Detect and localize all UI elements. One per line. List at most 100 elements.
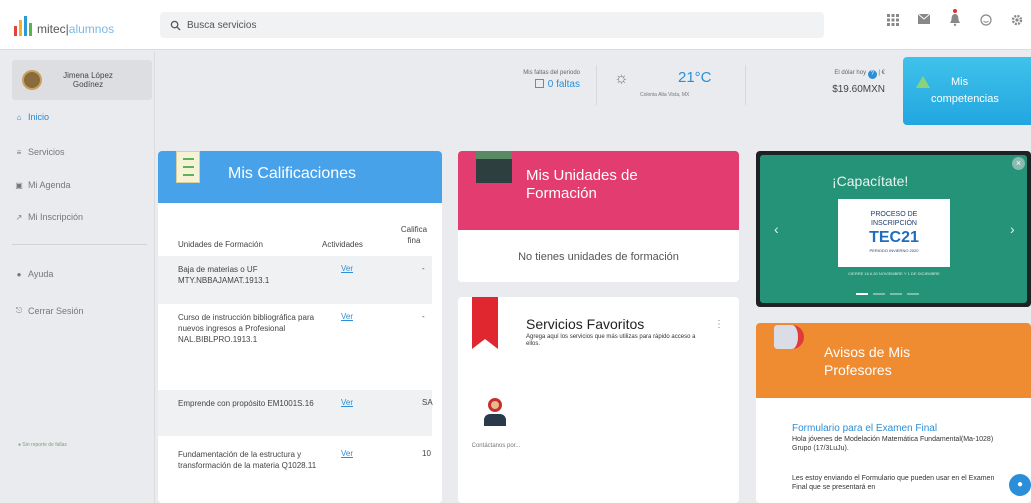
calendar-icon: ▣ <box>15 180 23 190</box>
divider <box>596 65 597 105</box>
mitec-logo[interactable]: mitec|alumnos <box>14 14 114 36</box>
top-bar: mitec|alumnos Busca servicios <box>0 0 1031 50</box>
favoritos-title: Servicios Favoritos <box>526 316 645 332</box>
view-link[interactable]: Ver <box>341 449 353 458</box>
aviso-post-title[interactable]: Formulario para el Examen Final <box>792 423 937 434</box>
dollar-label: El dólar hoy ? | € <box>834 70 885 79</box>
table-row: Fundamentación de la estructura y transf… <box>158 441 432 503</box>
carousel-indicators <box>856 293 919 295</box>
unidades-title: Mis Unidades de Formación <box>526 167 638 202</box>
carousel-slide[interactable]: ¡Capacítate! PROCESO DE INSCRIPCIÓN TEC2… <box>760 155 1027 303</box>
absences-label: Mis faltas del periodo <box>523 70 580 76</box>
carousel-line1: PROCESO DE INSCRIPCIÓN <box>870 211 918 227</box>
grades-title: Mis Calificaciones <box>228 165 357 182</box>
unidades-card: Mis Unidades de Formación No tienes unid… <box>458 151 739 282</box>
notification-icon[interactable] <box>949 9 961 26</box>
enroll-icon: ↗ <box>15 212 23 222</box>
sidebar-item-cerrar-sesion[interactable]: ⎋ Cerrar Sesión <box>14 306 84 316</box>
sidebar-item-label: Cerrar Sesión <box>28 306 84 316</box>
sidebar-item-label: Inicio <box>28 112 50 122</box>
unit-name: Emprende con propósito EM1001S.16 <box>178 399 314 408</box>
unit-name: Curso de instrucción bibliográfica para … <box>178 313 315 344</box>
temperature: 21°C <box>678 69 712 86</box>
grades-card: Mis Calificaciones Unidades de Formación… <box>158 151 442 503</box>
view-link[interactable]: Ver <box>341 398 353 407</box>
sidebar-item-label: Ayuda <box>28 269 54 279</box>
view-link[interactable]: Ver <box>341 264 353 273</box>
sidebar-item-servicios[interactable]: ≡ Servicios <box>14 147 65 157</box>
avisos-card: Avisos de Mis Profesores Formulario para… <box>756 323 1031 503</box>
carousel-dot[interactable] <box>890 293 902 295</box>
contact-label[interactable]: Contáctanos por... <box>458 442 534 451</box>
close-icon[interactable]: × <box>1012 157 1025 170</box>
carousel-prev-icon[interactable]: ‹ <box>774 221 779 237</box>
sun-icon: ☼ <box>614 70 629 87</box>
unidades-empty-message: No tienes unidades de formación <box>518 251 679 263</box>
help-icon: ● <box>16 269 22 279</box>
logo-bar <box>19 20 22 36</box>
carousel-dot[interactable] <box>873 293 885 295</box>
contact-agent-icon[interactable] <box>484 398 506 430</box>
chat-icon[interactable]: ● <box>1009 474 1031 496</box>
megaphone-icon <box>774 325 804 349</box>
column-header-calificacion: Califica fina <box>400 225 428 245</box>
mail-icon[interactable] <box>917 13 931 26</box>
unidades-header: Mis Unidades de Formación <box>458 151 739 230</box>
carousel-subline: PERIODO INVIERNO 2020 <box>869 248 919 253</box>
unit-name: Baja de materias o UF MTY.NBBAJAMAT.1913… <box>178 265 270 285</box>
logo-text: mitec|alumnos <box>37 22 115 36</box>
dollar-widget: El dólar hoy ? | € $19.60MXN <box>760 70 885 95</box>
more-options-icon[interactable]: ⋮ <box>714 319 724 330</box>
user-card[interactable]: Jimena López Godínez <box>12 60 152 100</box>
grades-column-headers: Unidades de Formación Actividades Califi… <box>158 224 442 254</box>
mountain-icon <box>916 76 930 88</box>
competencias-button[interactable]: Mis competencias <box>903 57 1031 125</box>
sidebar-item-agenda[interactable]: ▣ Mi Agenda <box>14 180 71 190</box>
carousel-dot[interactable] <box>856 293 868 295</box>
checklist-icon <box>176 151 200 183</box>
sidebar-item-label: Mi Agenda <box>28 180 71 190</box>
view-link[interactable]: Ver <box>341 312 353 321</box>
grade-value: 10 <box>422 449 431 458</box>
favoritos-card: Servicios Favoritos ⋮ Agrega aquí los se… <box>458 297 739 503</box>
search-placeholder: Busca servicios <box>187 19 257 31</box>
logo-bar <box>14 26 17 36</box>
smiley-icon[interactable] <box>980 14 992 26</box>
notification-badge <box>953 9 957 13</box>
grid-icon[interactable] <box>887 14 899 26</box>
sidebar-item-label: Mi Inscripción <box>28 212 84 222</box>
avisos-header: Avisos de Mis Profesores <box>756 323 1031 398</box>
sidebar-item-inicio[interactable]: ⌂ Inicio <box>14 112 49 122</box>
aviso-post-body-2: Les estoy enviando el Formulario que pue… <box>792 475 995 491</box>
carousel-date: CIERRE 16 A 30 NOVIEMBRE Y 1 DE DICIEMBR… <box>848 271 940 276</box>
weather-widget: ☼ 21°C Colonia Alta Vista, MX <box>612 66 732 104</box>
logo-bars-icon <box>14 16 32 36</box>
divider <box>745 65 746 105</box>
absences-widget[interactable]: Mis faltas del periodo 0 faltas <box>485 70 580 90</box>
promo-carousel: ¡Capacítate! PROCESO DE INSCRIPCIÓN TEC2… <box>756 151 1031 307</box>
settings-icon[interactable] <box>1011 14 1023 26</box>
carousel-brand: TEC21 <box>869 229 919 246</box>
dollar-value: $19.60MXN <box>832 84 885 95</box>
avatar <box>22 70 42 90</box>
grade-value: SA <box>422 398 433 407</box>
carousel-capacitate: ¡Capacítate! <box>832 173 909 189</box>
table-row: Emprende con propósito EM1001S.16 Ver SA <box>158 390 433 436</box>
help-icon[interactable]: ? <box>867 70 877 79</box>
search-input[interactable]: Busca servicios <box>160 12 824 38</box>
sidebar-divider <box>12 244 147 245</box>
system-status[interactable]: ● Sin reporte de fallas <box>18 442 67 448</box>
carousel-dot[interactable] <box>907 293 919 295</box>
competencias-label: Mis competencias <box>931 76 999 105</box>
carousel-next-icon[interactable]: › <box>1010 221 1015 237</box>
sidebar-item-inscripcion[interactable]: ↗ Mi Inscripción <box>14 212 83 222</box>
home-icon: ⌂ <box>16 112 22 122</box>
unit-name: Fundamentación de la estructura y transf… <box>178 450 317 470</box>
grade-value: - <box>422 312 425 321</box>
sidebar-item-ayuda[interactable]: ● Ayuda <box>14 269 54 279</box>
logout-icon: ⎋ <box>15 306 23 315</box>
calendar-check-icon <box>534 79 544 88</box>
logo-bar <box>29 23 32 36</box>
cube-icon <box>476 151 512 183</box>
avisos-title: Avisos de Mis Profesores <box>824 344 911 378</box>
